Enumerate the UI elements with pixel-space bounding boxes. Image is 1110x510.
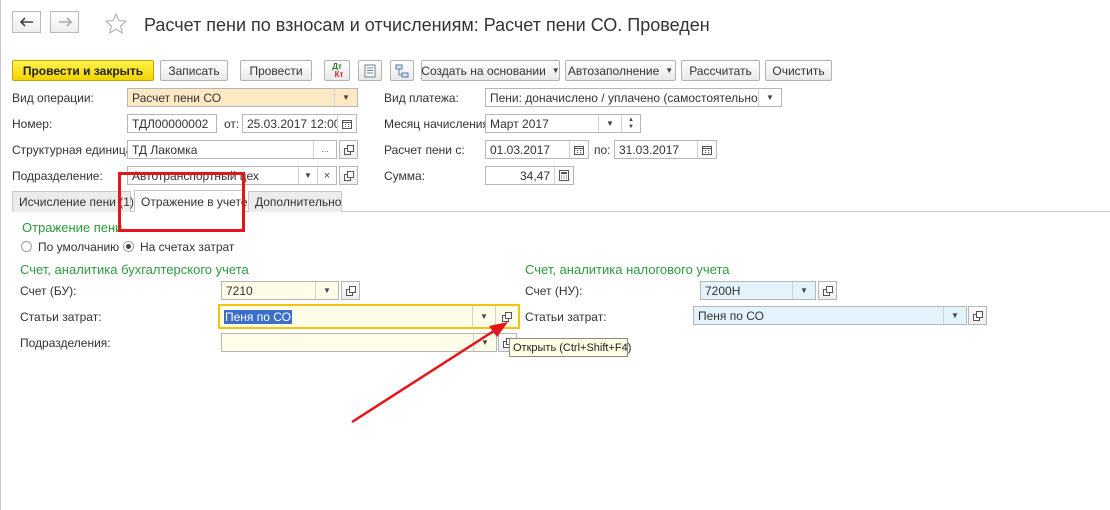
annotation-arrow [351,322,508,424]
